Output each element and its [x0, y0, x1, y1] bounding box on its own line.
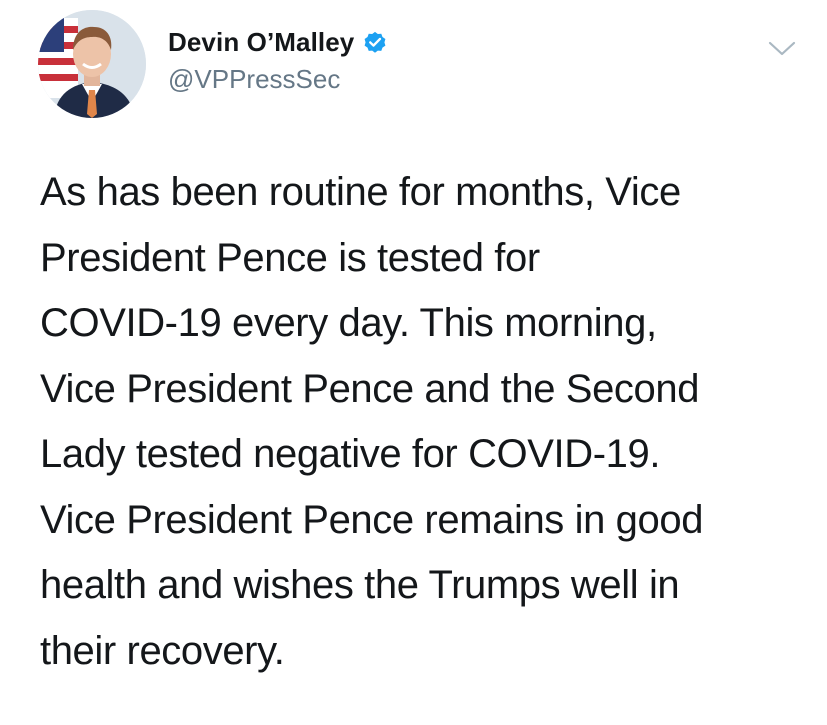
display-name[interactable]: Devin O’Malley — [168, 29, 354, 55]
tweet-text-line: COVID-19 every day. This morning, — [40, 301, 657, 345]
tweet-text-line: health and wishes the Trumps well in — [40, 563, 680, 607]
tweet-text-line: Vice President Pence remains in good — [40, 497, 704, 542]
name-row: Devin O’Malley — [168, 24, 388, 60]
tweet-text-line: Vice President Pence and the Second — [40, 366, 700, 411]
tweet-text-line: President Pence is tested for — [40, 235, 540, 280]
verified-badge-icon — [364, 31, 386, 53]
avatar-photo — [38, 10, 146, 118]
chevron-down-icon[interactable] — [766, 36, 798, 60]
tweet-header: Devin O’Malley @VPPressSec — [38, 10, 798, 120]
tweet-text: As has been routine for months, Vice Pre… — [40, 160, 800, 684]
tweet-text-line: their recovery. — [40, 628, 285, 673]
tweet-card: Devin O’Malley @VPPressSec As has been r… — [0, 0, 827, 725]
tweet-text-line: Lady tested negative for COVID-19. — [40, 432, 661, 476]
tweet-text-line: As has been routine for months, Vice — [40, 170, 681, 214]
avatar[interactable] — [38, 10, 146, 118]
user-handle[interactable]: @VPPressSec — [168, 66, 340, 92]
